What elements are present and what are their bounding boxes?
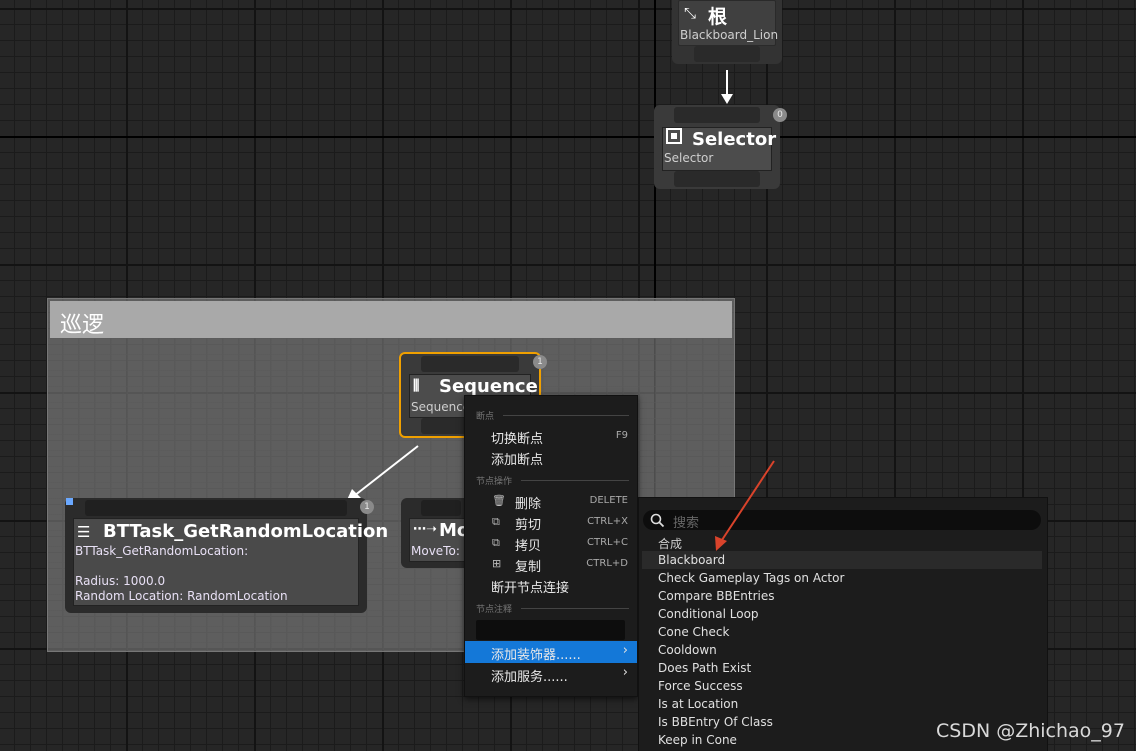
menu-item-add-service[interactable]: 添加服务...... › [465,663,637,685]
submenu-item[interactable]: Keep in Cone [658,733,737,747]
menu-item-copy[interactable]: ⧉ 拷贝 CTRL+C [465,532,637,554]
selector-input-pin[interactable] [674,107,760,123]
task-execution-index: 1 [360,500,374,514]
task-radius: Radius: 1000.0 [75,574,166,588]
breakpoint-marker-icon [66,498,73,505]
section-divider [503,415,629,416]
section-divider [521,608,629,609]
annotation-arrow [715,460,775,551]
copy-icon: ⧉ [492,536,500,549]
sequence-execution-index: 1 [533,355,547,369]
submenu-item[interactable]: Force Success [658,679,743,693]
submenu-item[interactable]: Is at Location [658,697,738,711]
duplicate-icon: ⊞ [492,557,502,570]
section-breakpoints: 断点 [476,412,495,422]
watermark: CSDN @Zhichao_97 [936,720,1125,742]
menu-item-shortcut: CTRL+D [586,558,628,569]
trash-icon: 🗑 [492,494,506,507]
menu-item-label: 复制 [515,560,542,575]
node-context-menu[interactable]: 断点 切换断点 F9 添加断点 节点操作 🗑 删除 DELETE ⧉ 剪切 CT… [464,395,638,697]
task-icon: ☰ [77,523,91,541]
root-title: 根 [708,6,728,28]
root-selector-wire [721,70,733,104]
menu-item-shortcut: F9 [615,430,628,441]
submenu-item[interactable]: Cooldown [658,643,717,657]
selector-icon [666,128,682,144]
section-node-comment: 节点注释 [476,605,513,615]
sequence-title: Sequence [439,376,538,397]
behavior-tree-graph[interactable]: ⤡ 根 Blackboard_Lion Selector Selector 0 … [0,0,1136,751]
sequence-input-pin[interactable] [421,356,519,372]
menu-item-shortcut: CTRL+X [587,516,628,527]
menu-item-label: 拷贝 [515,539,542,554]
task-random-location: Random Location: RandomLocation [75,589,288,603]
section-divider [521,480,629,481]
selector-output-pin[interactable] [674,171,760,187]
search-placeholder: 搜索 [673,516,700,531]
submenu-item[interactable]: Is BBEntry Of Class [658,715,773,729]
moveto-input-pin[interactable] [421,500,461,516]
node-comment-input[interactable] [476,620,625,640]
submenu-arrow-icon: › [622,665,628,680]
submenu-item[interactable]: Blackboard [658,553,725,567]
root-output-pin[interactable] [694,46,760,62]
submenu-arrow-icon: › [622,643,628,658]
cut-icon: ⧉ [492,515,500,528]
menu-item-label: 切换断点 [491,432,544,447]
selector-subtitle: Selector [664,151,714,165]
moveto-icon: ⋯➝ [413,522,437,537]
get-random-location-task-node[interactable]: ☰ BTTask_GetRandomLocation BTTask_GetRan… [65,498,388,613]
menu-item-duplicate[interactable]: ⊞ 复制 CTRL+D [465,553,637,575]
root-icon: ⤡ [684,4,697,22]
menu-item-break-links[interactable]: 断开节点连接 [465,574,637,596]
comment-header[interactable]: 巡逻 [50,301,732,338]
search-field[interactable]: 搜索 [643,510,1041,531]
root-node[interactable]: ⤡ 根 Blackboard_Lion [672,0,782,64]
menu-item-shortcut: CTRL+C [587,537,628,548]
submenu-item[interactable]: Check Gameplay Tags on Actor [658,571,844,585]
root-subtitle: Blackboard_Lion [680,28,779,42]
selector-execution-index: 0 [773,108,787,122]
submenu-item[interactable]: Conditional Loop [658,607,759,621]
selector-title: Selector [692,129,777,150]
comment-title: 巡逻 [60,313,105,338]
menu-item-label: 添加装饰器...... [491,648,581,663]
sequence-task-wire [346,445,419,502]
menu-item-shortcut: DELETE [589,495,628,506]
task-title: BTTask_GetRandomLocation [103,521,389,542]
menu-item-label: 剪切 [515,518,542,533]
moveto-subtitle: MoveTo: [411,544,460,558]
menu-item-label: 添加断点 [491,453,544,468]
selector-node[interactable]: Selector Selector [654,105,780,189]
section-node-actions: 节点操作 [476,477,513,487]
sequence-icon: ⫼ [413,378,420,394]
sequence-subtitle: Sequence [411,400,471,414]
task-description: BTTask_GetRandomLocation: [75,544,249,558]
menu-item-label: 添加服务...... [491,670,568,685]
menu-item-label: 删除 [515,497,542,512]
menu-item-cut[interactable]: ⧉ 剪切 CTRL+X [465,511,637,533]
menu-item-delete[interactable]: 🗑 删除 DELETE [465,490,637,512]
task-input-pin[interactable] [85,500,347,516]
menu-item-add-breakpoint[interactable]: 添加断点 [465,446,637,468]
submenu-item[interactable]: Does Path Exist [658,661,751,675]
submenu-item[interactable]: Cone Check [658,625,729,639]
menu-item-toggle-breakpoint[interactable]: 切换断点 F9 [465,425,637,447]
decorator-submenu[interactable]: 搜索 合成 Blackboard Check Gameplay Tags on A… [638,497,1048,751]
menu-item-label: 断开节点连接 [491,581,570,596]
submenu-item[interactable]: Compare BBEntries [658,589,775,603]
menu-item-add-decorator[interactable]: 添加装饰器...... › [465,641,637,663]
submenu-category: 合成 [658,537,683,551]
grid-axis-horizontal [0,136,1136,138]
search-icon [650,513,665,528]
